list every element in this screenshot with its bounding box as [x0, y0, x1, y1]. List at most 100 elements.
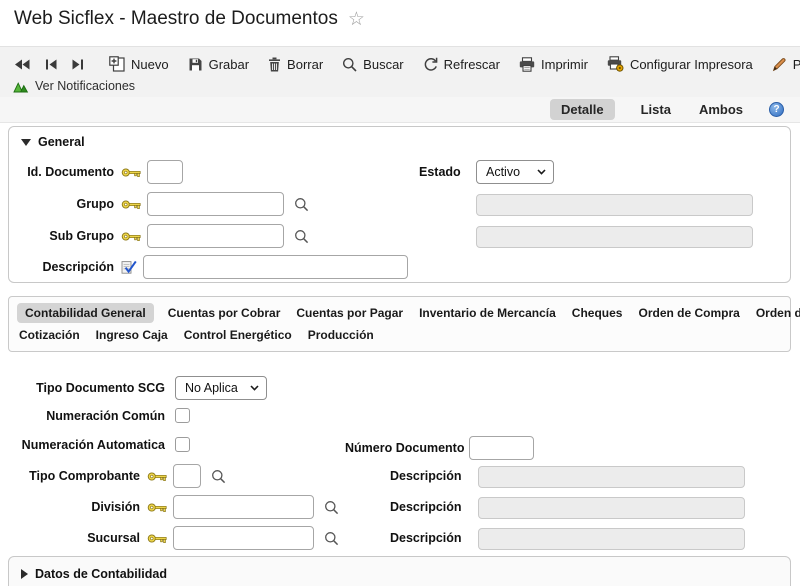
tab-cheques[interactable]: Cheques: [570, 303, 625, 323]
division-row: División: [0, 495, 339, 519]
sucursal-input[interactable]: [173, 526, 314, 550]
tipo-comprobante-input[interactable]: [173, 464, 201, 488]
sub-grupo-input[interactable]: [147, 224, 284, 248]
grupo-row: Grupo: [22, 192, 309, 216]
save-button-label: Grabar: [209, 57, 249, 72]
numeracion-automatica-label: Numeración Automatica: [0, 438, 165, 452]
numero-documento-input[interactable]: [469, 436, 534, 460]
delete-button-label: Borrar: [287, 57, 323, 72]
first-record-icon[interactable]: [14, 59, 30, 70]
help-icon[interactable]: ?: [769, 102, 784, 117]
toolbar-row-main: Nuevo Grabar Borrar Buscar: [0, 47, 800, 75]
printer-icon: [519, 57, 535, 72]
sucursal-label: Sucursal: [0, 531, 140, 545]
estado-label: Estado: [419, 165, 461, 179]
previous-record-icon[interactable]: [45, 59, 57, 70]
tab-ingreso-caja[interactable]: Ingreso Caja: [94, 325, 170, 345]
printer-setup-button[interactable]: Configurar Impresora: [607, 56, 753, 72]
sub-grupo-label: Sub Grupo: [22, 229, 114, 243]
division-label: División: [0, 500, 140, 514]
tipo-comprobante-row: Tipo Comprobante: [0, 464, 226, 488]
pencil-icon: [772, 57, 787, 72]
key-icon: [147, 471, 167, 482]
tipo-documento-scg-value: No Aplica: [185, 381, 238, 395]
division-lookup-icon[interactable]: [324, 500, 339, 515]
tab-inventario-de-mercancia[interactable]: Inventario de Mercancía: [417, 303, 558, 323]
key-icon: [147, 502, 167, 513]
notifications-icon: [13, 80, 29, 93]
tab-cuentas-por-pagar[interactable]: Cuentas por Pagar: [294, 303, 405, 323]
defaults-button[interactable]: Predeterminados: [772, 57, 800, 72]
tab-cuentas-por-cobrar[interactable]: Cuentas por Cobrar: [166, 303, 283, 323]
tab-ambos[interactable]: Ambos: [697, 99, 745, 120]
trash-icon: [268, 57, 281, 72]
tipo-comprobante-descripcion-label: Descripción: [390, 469, 462, 483]
module-tabs-row-1: Contabilidad General Cuentas por Cobrar …: [17, 303, 782, 323]
delete-button[interactable]: Borrar: [268, 57, 323, 72]
grupo-lookup-icon[interactable]: [294, 197, 309, 212]
page-header: Web Sicflex - Maestro de Documentos ☆: [14, 8, 365, 30]
id-documento-input[interactable]: [147, 160, 183, 184]
favorite-star-icon[interactable]: ☆: [348, 10, 365, 29]
search-button[interactable]: Buscar: [342, 57, 403, 72]
general-section: General Id. Documento Estado Activo Grup…: [8, 126, 791, 283]
key-icon: [121, 199, 141, 210]
tab-cotizacion[interactable]: Cotización: [17, 325, 82, 345]
descripcion-row: Descripción: [22, 255, 408, 279]
tab-control-energetico[interactable]: Control Energético: [182, 325, 294, 345]
datos-contabilidad-header[interactable]: Datos de Contabilidad: [21, 567, 167, 581]
tipo-comprobante-description-field: [478, 466, 745, 488]
tab-detalle[interactable]: Detalle: [550, 99, 615, 120]
grupo-input[interactable]: [147, 192, 284, 216]
new-button-label: Nuevo: [131, 57, 169, 72]
datos-contabilidad-section: Datos de Contabilidad: [8, 556, 791, 586]
tab-lista[interactable]: Lista: [639, 99, 673, 120]
tab-contabilidad-general[interactable]: Contabilidad General: [17, 303, 154, 323]
datos-contabilidad-title: Datos de Contabilidad: [35, 567, 167, 581]
tipo-comprobante-label: Tipo Comprobante: [0, 469, 140, 483]
id-documento-label: Id. Documento: [22, 165, 114, 179]
save-icon: [188, 57, 203, 72]
printer-settings-icon: [607, 56, 624, 72]
estado-select-value: Activo: [486, 165, 520, 179]
tab-orden-de-trabajo[interactable]: Orden de Trabajo: [754, 303, 800, 323]
tipo-documento-scg-select[interactable]: No Aplica: [175, 376, 267, 400]
key-icon: [147, 533, 167, 544]
defaults-button-label: Predeterminados: [793, 57, 800, 72]
chevron-down-icon: [537, 169, 546, 175]
save-button[interactable]: Grabar: [188, 57, 249, 72]
print-button[interactable]: Imprimir: [519, 57, 588, 72]
refresh-button[interactable]: Refrescar: [423, 57, 500, 72]
tab-produccion[interactable]: Producción: [306, 325, 376, 345]
grupo-label: Grupo: [22, 197, 114, 211]
tipo-comprobante-lookup-icon[interactable]: [211, 469, 226, 484]
estado-select[interactable]: Activo: [476, 160, 554, 184]
view-notifications-button[interactable]: Ver Notificaciones: [0, 79, 800, 93]
grupo-description-field: [476, 194, 753, 216]
descripcion-label: Descripción: [22, 260, 114, 274]
id-documento-row: Id. Documento: [22, 160, 183, 184]
descripcion-input[interactable]: [143, 255, 408, 279]
numeracion-automatica-checkbox[interactable]: [175, 437, 190, 452]
refresh-button-label: Refrescar: [444, 57, 500, 72]
chevron-down-icon: [250, 385, 259, 391]
key-icon: [121, 167, 141, 178]
sub-grupo-description-field: [476, 226, 753, 248]
toolbar: Nuevo Grabar Borrar Buscar: [0, 46, 800, 97]
sucursal-lookup-icon[interactable]: [324, 531, 339, 546]
view-notifications-label: Ver Notificaciones: [35, 79, 135, 93]
new-button[interactable]: Nuevo: [109, 56, 169, 72]
numero-documento-label: Número Documento: [345, 441, 464, 455]
page-title: Web Sicflex - Maestro de Documentos: [14, 8, 338, 30]
division-input[interactable]: [173, 495, 314, 519]
print-button-label: Imprimir: [541, 57, 588, 72]
next-record-icon[interactable]: [72, 59, 84, 70]
numeracion-comun-label: Numeración Común: [0, 409, 165, 423]
checklist-icon: [121, 260, 137, 274]
general-section-header[interactable]: General: [21, 135, 85, 149]
tab-orden-de-compra[interactable]: Orden de Compra: [636, 303, 741, 323]
general-section-title: General: [38, 135, 85, 149]
sub-grupo-lookup-icon[interactable]: [294, 229, 309, 244]
search-button-label: Buscar: [363, 57, 403, 72]
numeracion-comun-checkbox[interactable]: [175, 408, 190, 423]
